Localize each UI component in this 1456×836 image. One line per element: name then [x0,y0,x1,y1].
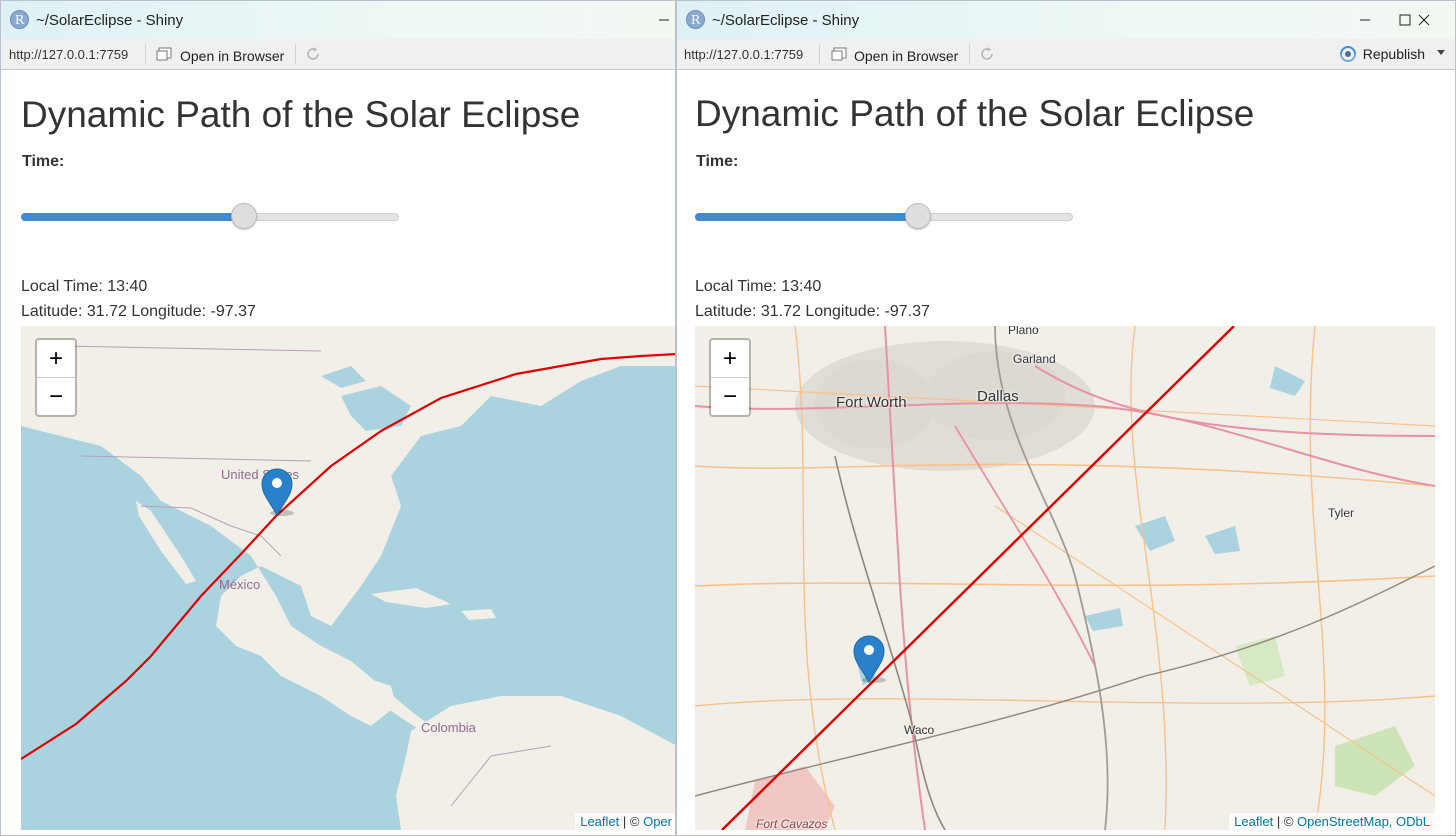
zoom-control: + − [709,338,751,417]
osm-link[interactable]: OpenStreetMap, ODbL [1297,814,1430,829]
city-label-garland: Garland [1013,352,1056,366]
map-attribution: Leaflet | © OpenStreetMap, ODbL [1229,813,1435,830]
zoom-in-button[interactable]: + [711,340,749,377]
leaflet-link[interactable]: Leaflet [580,814,619,829]
close-icon [1418,14,1430,26]
republish-label: Republish [1362,46,1425,62]
minimize-icon [1360,19,1370,21]
minimize-button[interactable] [641,7,675,33]
attribution-separator: | © [1276,814,1294,829]
viewer-toolbar: http://127.0.0.1:7759 Open in Browser Re… [677,39,1455,70]
coordinates-text: Latitude: 31.72 Longitude: -97.37 [21,303,256,320]
time-label: Time: [696,153,739,170]
app-content: Dynamic Path of the Solar Eclipse Time: … [1,70,675,835]
map-attribution: Leaflet | © Oper [575,813,675,830]
local-time-text: Local Time: 13:40 [695,278,822,295]
page-title: Dynamic Path of the Solar Eclipse [21,94,581,135]
city-label-waco: Waco [904,723,935,737]
coordinates-text: Latitude: 31.72 Longitude: -97.37 [695,303,930,320]
republish-button[interactable]: Republish [1339,46,1425,62]
publish-icon [1339,46,1356,62]
title-bar: R ~/SolarEclipse - Shiny [1,1,675,39]
url-display[interactable]: http://127.0.0.1:7759 [684,47,803,62]
minimize-icon [659,19,669,21]
open-in-browser-button[interactable]: Open in Browser [180,48,284,64]
viewer-toolbar: http://127.0.0.1:7759 Open in Browser [1,39,675,70]
toolbar-divider [969,44,970,64]
r-logo-icon: R [10,10,29,29]
city-label-fort-cavazos: Fort Cavazos [756,817,828,830]
city-label-tyler: Tyler [1328,506,1355,520]
open-in-browser-button[interactable]: Open in Browser [854,48,958,64]
leaflet-map[interactable]: Plano Garland Fort Worth Dallas Tyler Wa… [695,326,1435,830]
zoom-out-button[interactable]: − [711,377,749,415]
window-title: ~/SolarEclipse - Shiny [712,12,860,29]
leaflet-link[interactable]: Leaflet [1234,814,1273,829]
toolbar-divider [819,44,820,64]
city-label-dallas: Dallas [977,388,1019,405]
slider-fill [695,213,919,221]
zoom-control: + − [35,338,77,417]
zoom-in-button[interactable]: + [37,340,75,377]
location-marker-icon[interactable] [260,468,294,516]
refresh-icon[interactable] [978,45,996,63]
slider-handle[interactable] [231,203,258,229]
slider-handle[interactable] [905,203,932,229]
attribution-separator: | © [622,814,640,829]
toolbar-divider [145,44,146,64]
local-time-text: Local Time: 13:40 [21,278,148,295]
refresh-icon[interactable] [304,45,322,63]
time-label: Time: [22,153,65,170]
app-content: Dynamic Path of the Solar Eclipse Time: … [677,70,1455,835]
r-logo-icon: R [686,10,705,29]
zoom-out-button[interactable]: − [37,377,75,415]
window-title: ~/SolarEclipse - Shiny [36,12,184,29]
osm-link[interactable]: Oper [643,814,672,829]
toolbar-divider [295,44,296,64]
map-label-colombia: Colombia [421,720,476,735]
slider-fill [21,213,245,221]
time-slider[interactable] [21,203,399,231]
open-in-browser-icon[interactable] [831,47,848,61]
title-bar: R ~/SolarEclipse - Shiny [677,1,1455,39]
map-label-mexico: México [219,577,261,592]
city-label-fort-worth: Fort Worth [836,394,907,411]
time-slider[interactable] [695,203,1073,231]
map-tiles-texas [695,326,1435,830]
shiny-window-right: R ~/SolarEclipse - Shiny http://127.0.0.… [676,0,1456,836]
leaflet-map[interactable]: United States México Colombia + − Leafle… [21,326,675,830]
map-tiles-world [21,326,675,830]
close-button[interactable] [1401,7,1447,33]
location-marker-icon[interactable] [852,635,886,683]
open-in-browser-icon[interactable] [156,47,173,61]
page-title: Dynamic Path of the Solar Eclipse [695,93,1255,134]
city-label-plano: Plano [1008,326,1039,337]
shiny-window-left: R ~/SolarEclipse - Shiny http://127.0.0.… [0,0,676,836]
url-display[interactable]: http://127.0.0.1:7759 [9,47,128,62]
republish-dropdown-icon[interactable] [1437,50,1445,55]
